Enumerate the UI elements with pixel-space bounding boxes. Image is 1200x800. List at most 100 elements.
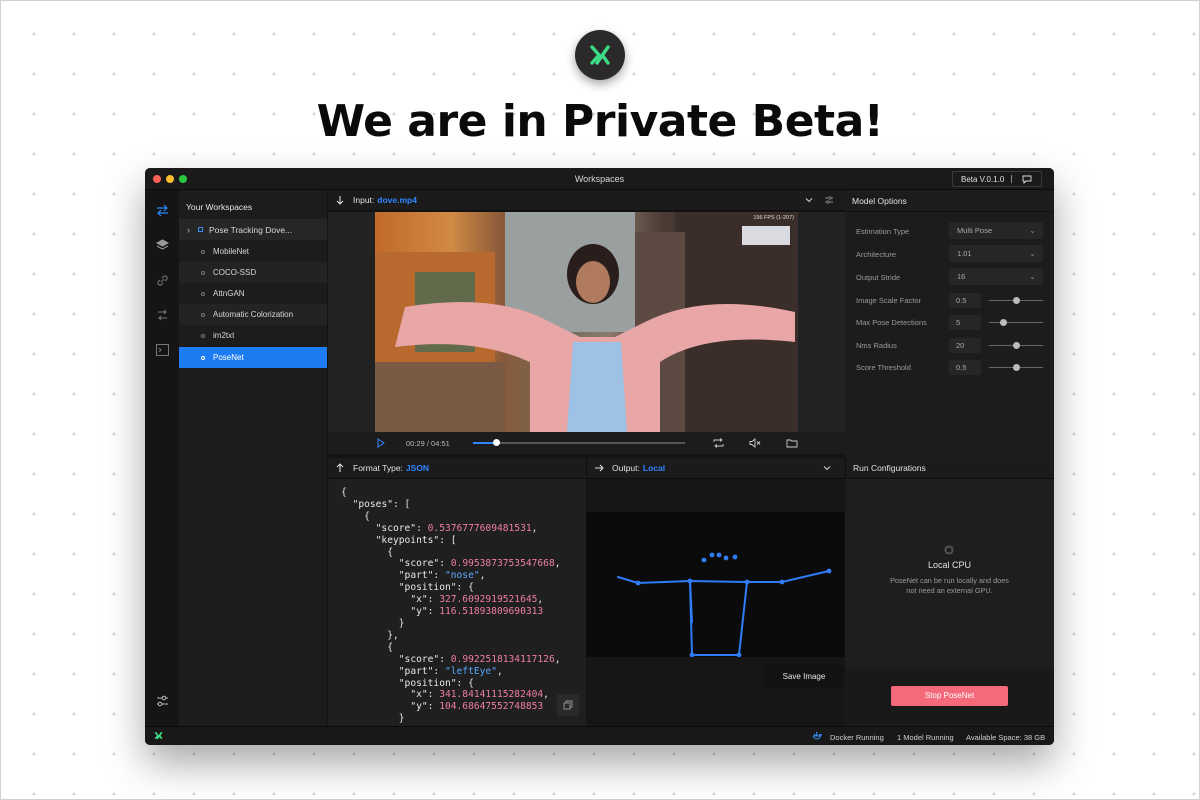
arrow-right-icon (595, 464, 604, 472)
chevron-down-icon: ⌄ (1029, 272, 1036, 281)
workspace-label: Pose Tracking Dove... (209, 224, 293, 235)
image-scale-factor-label: Image Scale Factor (856, 296, 922, 305)
run-footer: Stop PoseNet (845, 669, 1054, 726)
nms-radius-slider[interactable] (989, 342, 1043, 349)
version-divider (1011, 175, 1012, 183)
run-mode-title: Local CPU (927, 560, 972, 570)
sidebar-item-label: MobileNet (213, 247, 250, 256)
score-threshold-slider[interactable] (989, 364, 1043, 371)
run-config-panel: Local CPU PoseNet can be run locally and… (845, 479, 1054, 726)
tune-icon (825, 196, 833, 204)
output-stride-label: Output Stride (856, 273, 901, 282)
image-scale-factor-slider[interactable] (989, 297, 1043, 304)
sidebar-item-attngan[interactable]: AttnGAN (179, 283, 327, 304)
nms-radius-input[interactable]: 20 (949, 338, 981, 353)
estimation-type-select[interactable]: Multi Pose ⌄ (949, 222, 1043, 239)
nms-radius-label: Nms Radius (856, 341, 897, 350)
architecture-select[interactable]: 1.01 ⌄ (949, 245, 1043, 262)
arrow-down-icon (336, 196, 344, 205)
models-nav-button[interactable] (155, 238, 169, 252)
sidebar-item-automatic-colorization[interactable]: Automatic Colorization (179, 304, 327, 325)
stop-posenet-button[interactable]: Stop PoseNet (891, 686, 1008, 706)
slider-handle[interactable] (1013, 364, 1020, 371)
slider-handle[interactable] (999, 319, 1007, 326)
sidebar-item-mobilenet[interactable]: MobileNet (179, 241, 327, 262)
slider-handle[interactable] (1013, 342, 1020, 349)
save-image-button[interactable]: Save Image (764, 665, 844, 688)
connections-nav-button[interactable] (155, 273, 169, 287)
title-bar: Workspaces Beta V.0.1.0 (145, 168, 1054, 190)
fps-label: 196 FPS (1-207) (753, 215, 794, 221)
docker-icon (812, 731, 823, 742)
sidebar-item-posenet[interactable]: PoseNet (179, 347, 327, 368)
sidebar-item-label: im2txt (213, 331, 235, 340)
chevron-right-icon: › (187, 224, 190, 235)
loop-button[interactable] (713, 438, 724, 450)
input-label: Input: (353, 195, 375, 205)
settings-nav-button[interactable] (155, 694, 169, 708)
version-box: Beta V.0.1.0 (952, 171, 1042, 187)
model-options-title: Model Options (852, 196, 907, 206)
bullet-icon (201, 291, 205, 296)
sidebar-item-im2txt[interactable]: im2txt (179, 325, 327, 346)
pose-output-canvas (586, 512, 845, 657)
chevron-down-icon (823, 466, 831, 471)
terminal-nav-button[interactable] (155, 343, 169, 357)
cpu-icon (944, 545, 954, 555)
disk-space-status: Available Space: 38 GB (966, 733, 1046, 742)
copy-json-button[interactable] (557, 694, 579, 716)
icon-nav (145, 190, 179, 726)
transfer-nav-button[interactable] (155, 308, 169, 322)
sidebar-item-label: Automatic Colorization (213, 310, 294, 319)
app-logo (575, 30, 625, 80)
workspace-pose-tracking[interactable]: › Pose Tracking Dove... (179, 219, 327, 240)
score-threshold-input[interactable]: 0.5 (949, 360, 981, 375)
app-logo-small (154, 731, 163, 742)
chevron-down-icon: ⌄ (1029, 249, 1036, 258)
workspace-sidebar: Your Workspaces › Pose Tracking Dove... … (179, 190, 327, 726)
run-mode-description: PoseNet can be run locally and does not … (890, 576, 1009, 595)
json-code: { "poses": [ { "score": 0.53767776094815… (341, 487, 561, 725)
max-pose-detections-input[interactable]: 5 (949, 315, 981, 330)
layers-icon (155, 238, 169, 250)
input-dropdown-button[interactable] (804, 195, 814, 207)
format-label: Format Type: (353, 463, 403, 473)
sidebar-item-label: COCO-SSD (213, 268, 257, 277)
input-file-name[interactable]: dove.mp4 (377, 195, 417, 205)
status-bar: Docker Running 1 Model Running Available… (145, 726, 1054, 745)
estimation-type-value: Multi Pose (957, 226, 993, 235)
image-scale-factor-input[interactable]: 0.5 (949, 293, 981, 308)
bullet-icon (201, 333, 205, 338)
playback-time: 00:29 / 04:51 (406, 439, 450, 448)
divider (845, 211, 1054, 212)
sidebar-item-label: AttnGAN (213, 289, 245, 298)
play-button[interactable] (376, 438, 386, 450)
sidebar-item-coco-ssd[interactable]: COCO-SSD (179, 262, 327, 283)
feedback-button[interactable] (1022, 175, 1032, 184)
open-file-button[interactable] (786, 438, 798, 450)
repeat-icon (713, 438, 724, 448)
json-output-panel[interactable]: { "poses": [ { "score": 0.53767776094815… (328, 479, 586, 726)
video-frame[interactable]: 196 FPS (1-207) (375, 212, 798, 432)
app-window: Workspaces Beta V.0.1.0 Your Workspaces … (145, 168, 1054, 745)
output-stride-value: 16 (957, 272, 966, 281)
bullet-icon (201, 270, 205, 275)
window-title: Workspaces (574, 174, 625, 184)
format-value[interactable]: JSON (406, 463, 429, 473)
copy-icon (563, 700, 573, 710)
output-dropdown-button[interactable] (822, 463, 832, 475)
slider-handle[interactable] (1013, 297, 1020, 304)
bullet-icon (201, 312, 205, 317)
bullet-icon (201, 355, 205, 360)
max-pose-detections-slider[interactable] (989, 319, 1043, 326)
seek-bar[interactable] (473, 439, 685, 446)
mute-button[interactable] (749, 438, 761, 450)
output-stride-select[interactable]: 16 ⌄ (949, 268, 1043, 285)
player-controls: 00:29 / 04:51 (328, 432, 845, 454)
seek-handle[interactable] (493, 439, 501, 446)
logo-x-icon (590, 45, 610, 65)
chevron-down-icon (805, 198, 813, 203)
output-value[interactable]: Local (643, 463, 665, 473)
input-settings-button[interactable] (824, 195, 834, 207)
workspaces-nav-button[interactable] (155, 203, 169, 217)
